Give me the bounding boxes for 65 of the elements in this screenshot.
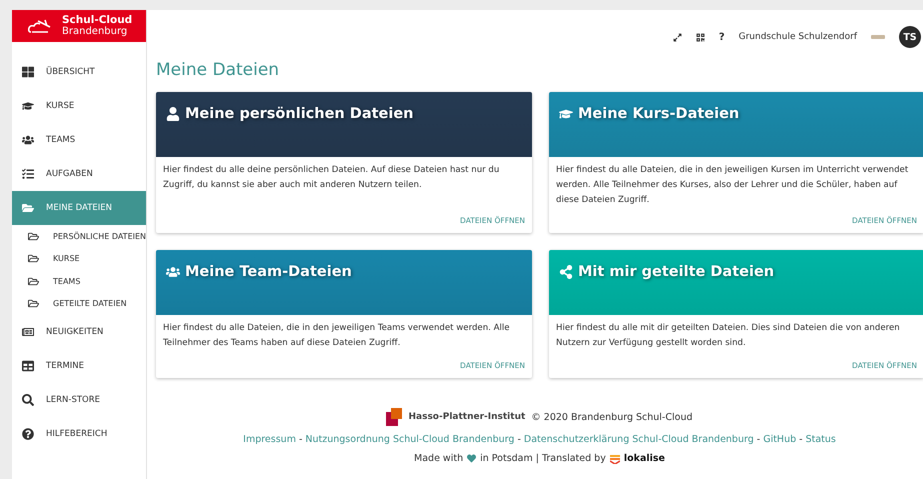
link-separator: - <box>298 434 302 445</box>
logo[interactable]: Schul-Cloud Brandenburg <box>12 10 146 42</box>
people-icon <box>22 134 34 146</box>
link-separator: - <box>517 434 521 445</box>
sidebar-item[interactable]: TERMINE <box>12 349 146 383</box>
sidebar-item[interactable]: KURSE <box>12 89 146 123</box>
graduation-cap-icon <box>559 107 573 121</box>
folder-icon <box>28 298 39 310</box>
page-title: Meine Dateien <box>156 60 280 80</box>
folder-icon <box>28 230 39 242</box>
heart-icon <box>467 454 476 463</box>
sidebar-item[interactable]: HILFEBEREICH <box>12 417 146 451</box>
footer-link[interactable]: GitHub <box>763 434 796 445</box>
sidebar-subitem[interactable]: KURSE <box>12 248 146 270</box>
school-logo-icon <box>871 35 885 39</box>
footer-link[interactable]: Impressum <box>243 434 296 445</box>
grid-icon <box>22 66 34 78</box>
footer-link[interactable]: Nutzungsordnung Schul-Cloud Brandenburg <box>305 434 514 445</box>
lokalise-logo: lokalise <box>624 453 665 464</box>
person-icon <box>166 107 180 121</box>
logo-subtitle: Brandenburg <box>62 26 128 37</box>
sidebar-item[interactable]: AUFGABEN <box>12 157 146 191</box>
link-separator: - <box>756 434 760 445</box>
sidebar-item[interactable]: TEAMS <box>12 123 146 157</box>
copyright-text: © 2020 Brandenburg Schul-Cloud <box>531 412 692 422</box>
user-avatar[interactable]: TS <box>899 26 921 48</box>
sidebar-item[interactable]: NEUIGKEITEN <box>12 315 146 349</box>
graduation-cap-icon <box>22 100 34 112</box>
sidebar-subitem[interactable]: TEAMS <box>12 270 146 292</box>
sidebar-subitem[interactable]: PERSÖNLICHE DATEIEN <box>12 225 146 248</box>
folder-icon <box>28 276 39 287</box>
school-name[interactable]: Grundschule Schulzendorf <box>738 32 857 42</box>
card-description: Hier findest du alle deine persönlichen Dateien. Auf diese Dateien hast nur du Zugriff, du kannst sie aber auch mit anderen Nutzern teilen. <box>163 164 500 192</box>
folder-icon <box>22 202 34 214</box>
footer-link[interactable]: Status <box>806 434 836 445</box>
institute-name: Hasso-Plattner-Institut <box>408 412 526 422</box>
card-title: Meine persönlichen Dateien <box>166 106 414 122</box>
sidebar-item[interactable]: ÜBERSICHT <box>12 55 146 89</box>
help-icon <box>22 428 34 440</box>
card-description: Hier findest du alle mit dir geteilten Dateien. Dies sind Dateien die von anderen Nutzern zur Verfügung gestellt worden sind. <box>556 322 901 350</box>
help-button[interactable]: ? <box>718 32 725 42</box>
logo-title: Schul-Cloud <box>62 15 132 26</box>
card-title: Meine Team-Dateien <box>166 264 352 280</box>
card-description: Hier findest du alle Dateien, die in den jeweiligen Kursen im Unterricht verwendet werden. Alle Teilnehmer des Kurses, also der Lehrer und die Schüler, haben auf diese Dateien Zugriff. <box>556 164 910 207</box>
list-icon <box>22 168 34 180</box>
search-icon <box>22 394 34 406</box>
expand-icon[interactable] <box>672 32 682 42</box>
sidebar-item[interactable]: MEINE DATEIEN <box>12 191 146 225</box>
table-icon <box>22 360 34 372</box>
share-icon <box>559 265 573 279</box>
sidebar-item[interactable]: LERN-STORE <box>12 383 146 417</box>
card-description: Hier findest du alle Dateien, die in den jeweiligen Teams verwendet werden. Alle Teilnehmer des Teams haben auf diese Dateien Zugriff. <box>163 322 511 350</box>
folder-icon <box>28 253 39 264</box>
qr-code-icon[interactable] <box>696 32 705 42</box>
people-icon <box>166 265 180 279</box>
footer-link[interactable]: Datenschutzerklärung Schul-Cloud Brandenburg <box>524 434 754 445</box>
potsdam-text: in Potsdam | Translated by <box>480 453 606 464</box>
card-title: Mit mir geteilte Dateien <box>559 264 774 280</box>
newspaper-icon <box>22 326 34 338</box>
made-with-text: Made with <box>414 453 464 464</box>
link-separator: - <box>799 434 803 445</box>
institute-logo-icon <box>386 408 402 426</box>
card-title: Meine Kurs-Dateien <box>559 106 740 122</box>
sidebar-subitem[interactable]: GETEILTE DATEIEN <box>12 292 146 315</box>
stack-logo-icon <box>610 454 620 464</box>
